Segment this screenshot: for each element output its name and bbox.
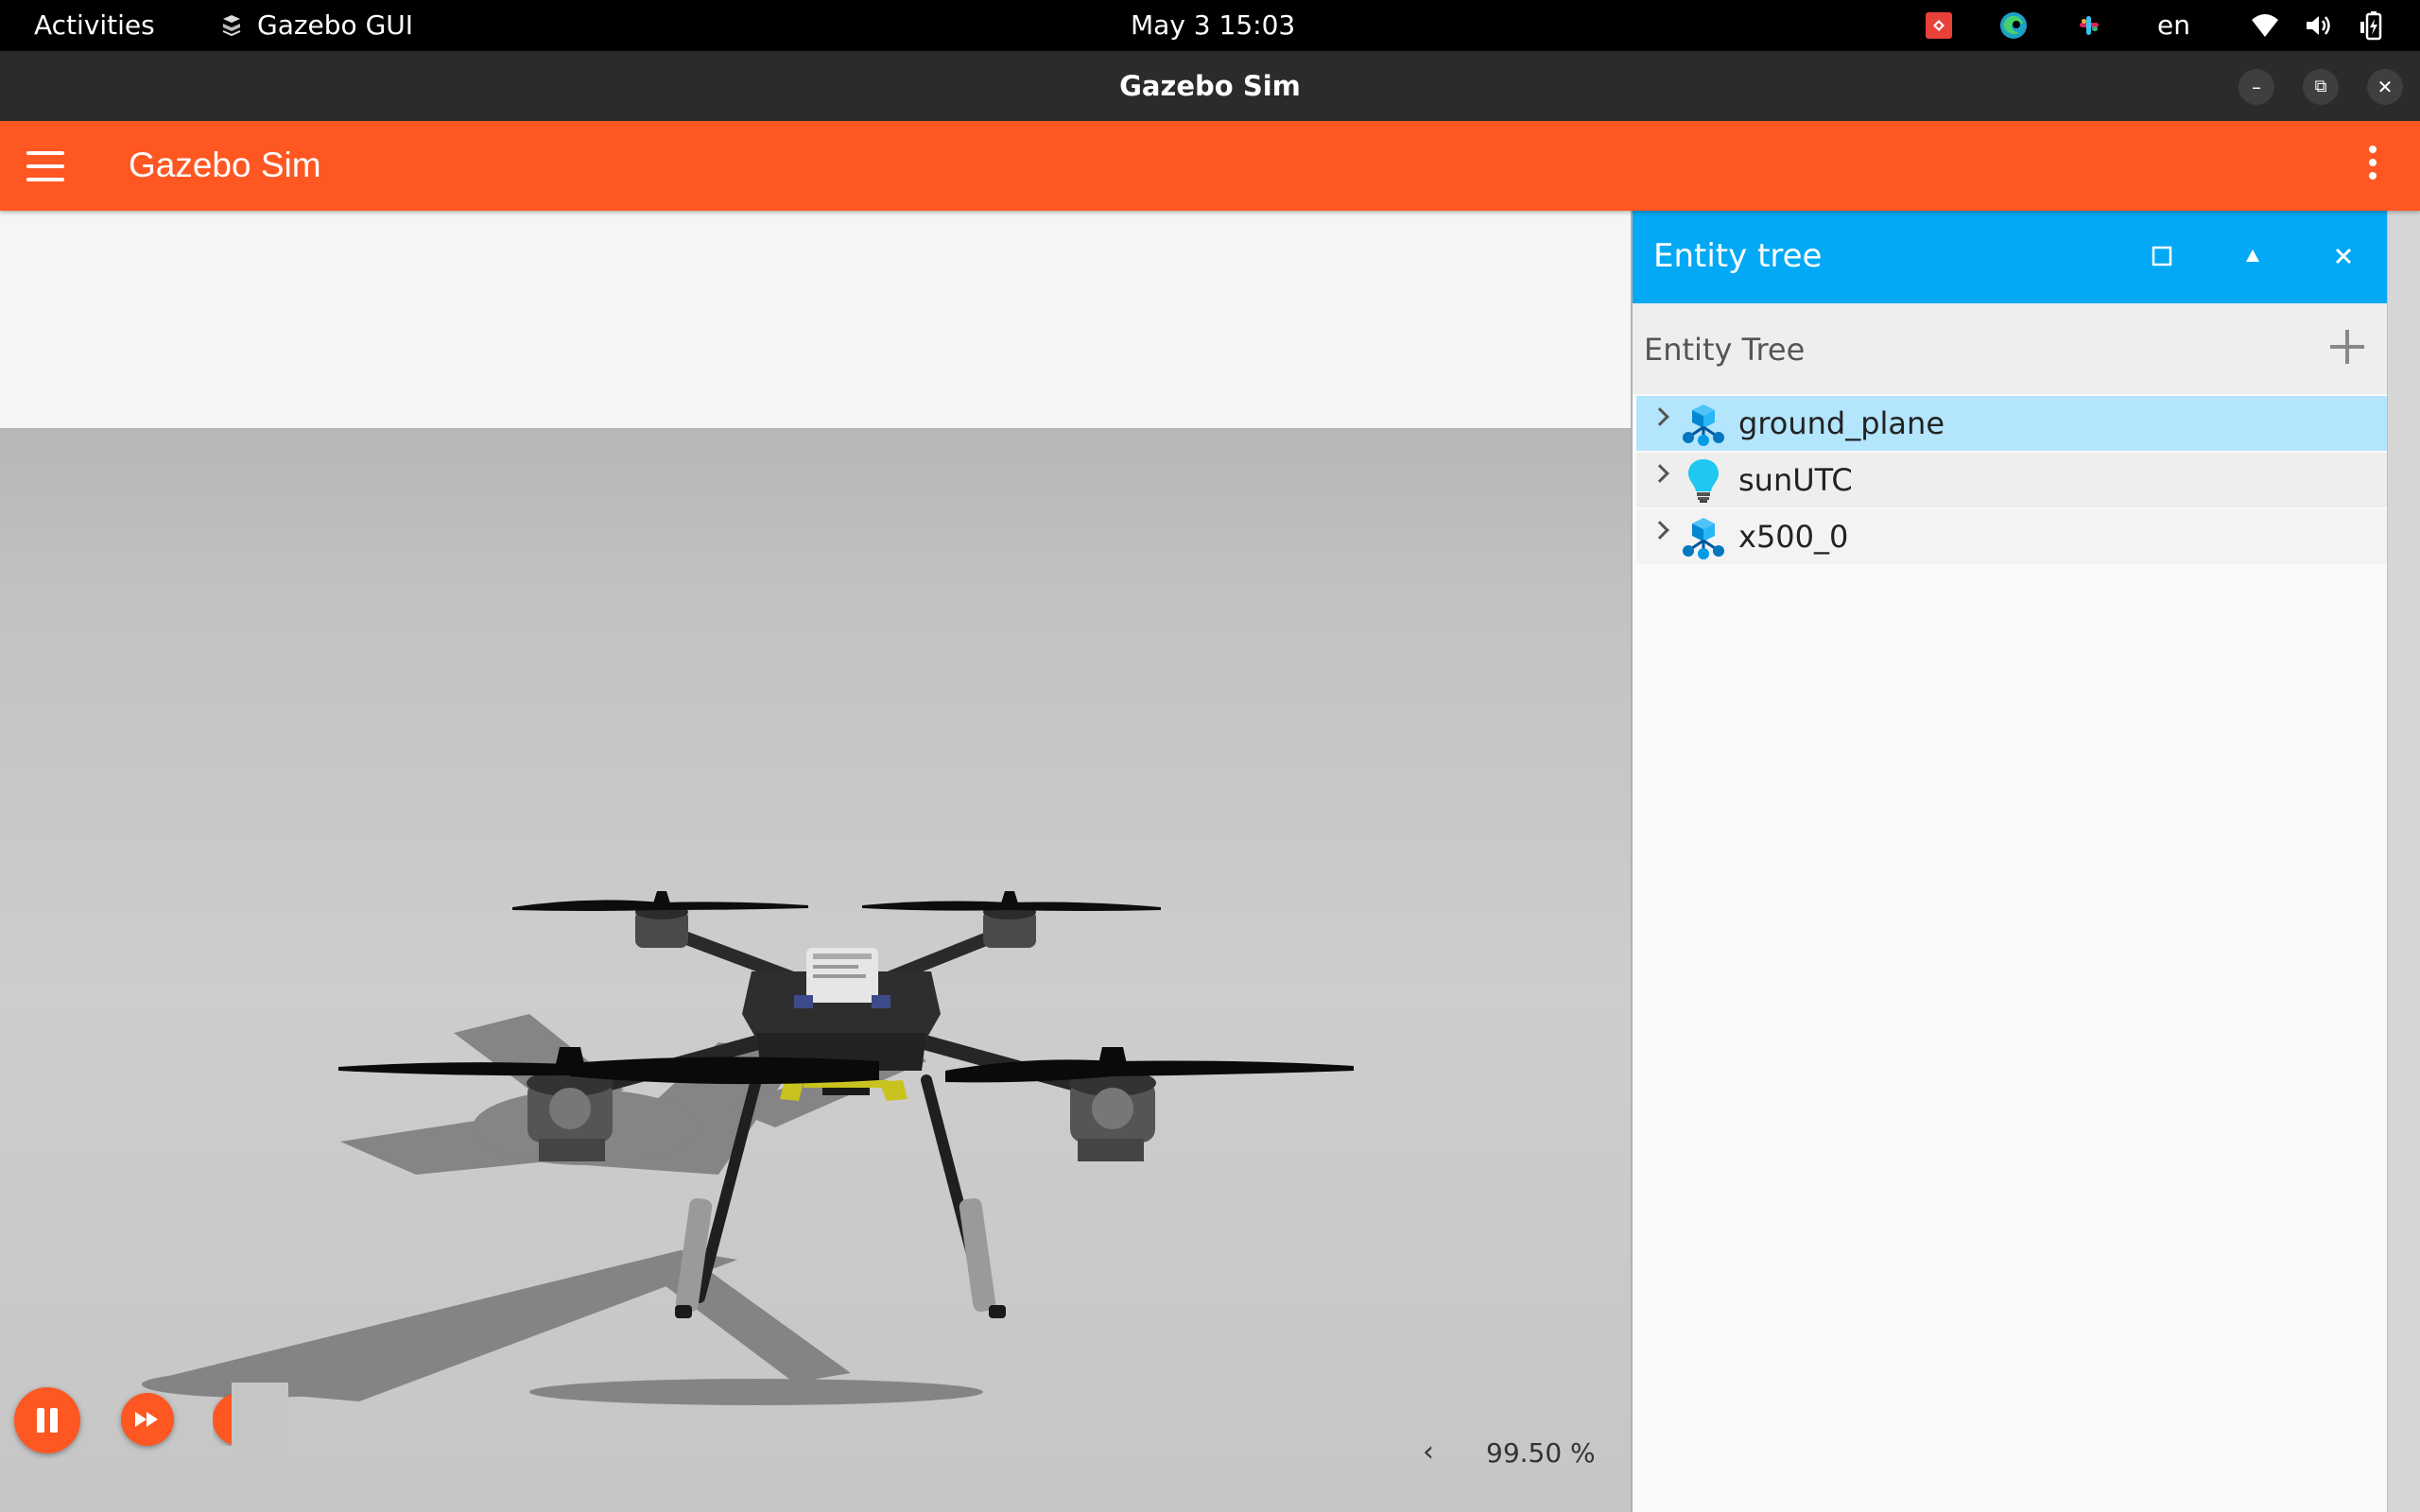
control-overflow-mask	[232, 1383, 288, 1458]
collapse-panel-icon[interactable]	[2234, 237, 2272, 275]
window-title-bar[interactable]: Gazebo Sim – ⧉ ✕	[0, 51, 2420, 121]
entity-tree-label: Entity Tree	[1644, 332, 1806, 368]
tree-item-sunutc[interactable]: sunUTC	[1636, 453, 2391, 507]
wifi-icon[interactable]	[2250, 10, 2280, 41]
expand-chevron-icon[interactable]	[1651, 464, 1669, 483]
close-window-button[interactable]: ✕	[2367, 69, 2403, 105]
tree-item-label: x500_0	[1738, 519, 1849, 555]
maximize-button[interactable]: ⧉	[2303, 69, 2339, 105]
app-menu-label: Gazebo GUI	[257, 9, 414, 41]
scene-sky	[0, 211, 1631, 428]
more-options-icon[interactable]	[2361, 146, 2384, 189]
right-panel-scrollbar[interactable]	[2387, 211, 2420, 1512]
pause-button[interactable]	[14, 1387, 80, 1453]
tree-item-ground-plane[interactable]: ground_plane	[1636, 396, 2391, 451]
slack-icon[interactable]	[2074, 10, 2104, 41]
step-forward-button[interactable]	[121, 1393, 174, 1446]
edge-icon[interactable]	[1998, 10, 2029, 41]
pause-icon	[37, 1408, 58, 1433]
entity-tree-subheader: Entity Tree	[1633, 303, 2389, 394]
window-title: Gazebo Sim	[1119, 70, 1301, 102]
clock[interactable]: May 3 15:03	[1131, 9, 1295, 42]
real-time-factor: 99.50 %	[1486, 1437, 1596, 1469]
gazebo-app-icon	[222, 15, 241, 37]
entity-tree-title: Entity tree	[1653, 237, 1823, 275]
entity-tree-header: Entity tree	[1633, 211, 2389, 303]
volume-icon[interactable]	[2303, 10, 2333, 41]
fast-forward-icon	[135, 1412, 158, 1427]
close-panel-icon[interactable]	[2325, 237, 2362, 275]
tree-item-label: ground_plane	[1738, 405, 1945, 441]
model-icon	[1683, 518, 1724, 559]
rtf-expand-arrow-icon[interactable]: ‹	[1423, 1435, 1434, 1469]
app-title: Gazebo Sim	[129, 146, 321, 184]
battery-icon[interactable]	[2358, 10, 2388, 41]
expand-chevron-icon[interactable]	[1651, 407, 1669, 426]
anydesk-icon[interactable]	[1924, 10, 1954, 41]
minimize-button[interactable]: –	[2238, 69, 2274, 105]
expand-chevron-icon[interactable]	[1651, 521, 1669, 540]
hamburger-menu-icon[interactable]	[26, 151, 64, 181]
light-bulb-icon	[1688, 459, 1719, 503]
tree-item-label: sunUTC	[1738, 462, 1853, 498]
x500-drone-model	[142, 891, 1354, 1405]
model-icon	[1683, 404, 1724, 446]
3d-scene-viewport[interactable]: ‹ 99.50 %	[0, 211, 1631, 1512]
drone-rear-propellers	[512, 891, 1161, 911]
tree-item-x500-0[interactable]: x500_0	[1636, 509, 2391, 564]
app-toolbar: Gazebo Sim	[0, 121, 2420, 211]
app-menu[interactable]: Gazebo GUI	[219, 9, 413, 42]
entity-tree-panel: Entity tree Entity Tree ground_plane sun…	[1631, 211, 2391, 1512]
system-top-bar: Activities Gazebo GUI May 3 15:03 en	[0, 0, 2420, 51]
language-indicator[interactable]: en	[2157, 9, 2190, 42]
float-panel-icon[interactable]	[2143, 237, 2181, 275]
activities-button[interactable]: Activities	[34, 9, 155, 42]
add-entity-icon[interactable]	[2325, 324, 2370, 369]
